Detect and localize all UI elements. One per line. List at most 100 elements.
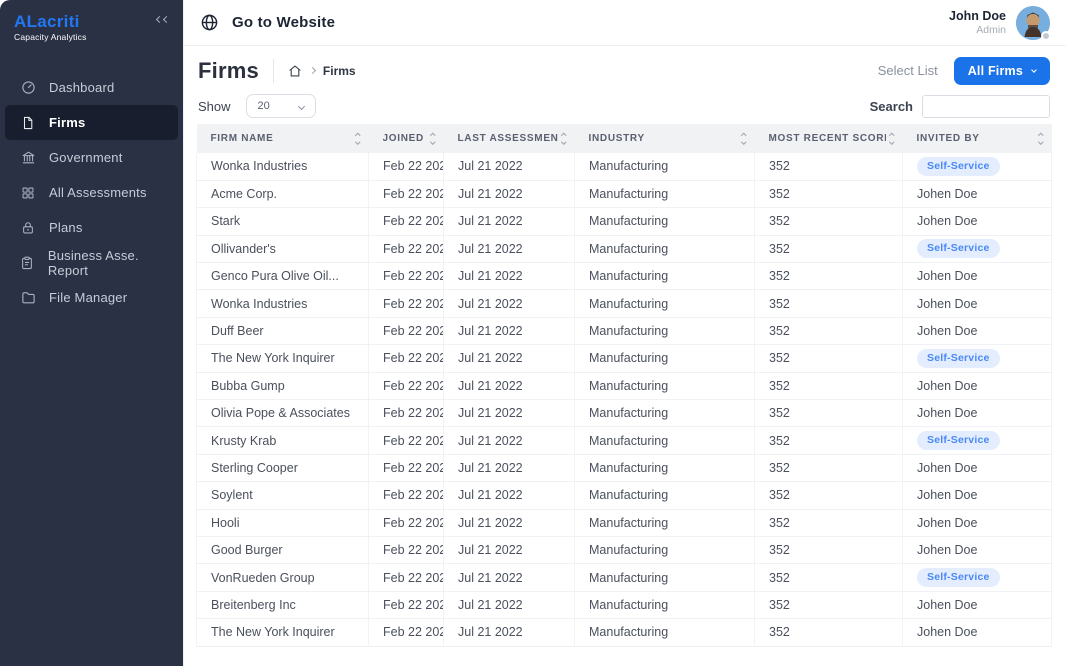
cell-score: 352 bbox=[755, 263, 903, 290]
bank-icon bbox=[20, 150, 36, 166]
table-row[interactable]: VonRueden GroupFeb 22 2021Jul 21 2022Man… bbox=[197, 564, 1052, 591]
cell-last_assessment: Jul 21 2022 bbox=[444, 619, 575, 646]
cell-last_assessment: Jul 21 2022 bbox=[444, 180, 575, 207]
cell-joined: Feb 22 2021 bbox=[369, 263, 444, 290]
user-menu[interactable]: John Doe Admin bbox=[949, 6, 1050, 40]
cell-last_assessment: Jul 21 2022 bbox=[444, 591, 575, 618]
sort-icon[interactable] bbox=[1039, 134, 1043, 144]
sidebar-item-firms[interactable]: Firms bbox=[5, 105, 178, 140]
cell-joined: Feb 22 2021 bbox=[369, 619, 444, 646]
avatar[interactable] bbox=[1016, 6, 1050, 40]
cell-firm: The New York Inquirer bbox=[197, 619, 369, 646]
column-header-most-recent-score: MOST RECENT SCORE bbox=[755, 124, 903, 153]
cell-firm: Soylent bbox=[197, 482, 369, 509]
sidebar-item-file-manager[interactable]: File Manager bbox=[0, 280, 183, 315]
cell-score: 352 bbox=[755, 290, 903, 317]
all-firms-dropdown-button[interactable]: All Firms bbox=[954, 57, 1050, 85]
table-row[interactable]: SoylentFeb 22 2021Jul 21 2022Manufacturi… bbox=[197, 482, 1052, 509]
cell-firm: Krusty Krab bbox=[197, 427, 369, 454]
table-row[interactable]: Bubba GumpFeb 22 2021Jul 21 2022Manufact… bbox=[197, 372, 1052, 399]
sort-icon[interactable] bbox=[742, 134, 746, 144]
cell-firm: Sterling Cooper bbox=[197, 454, 369, 481]
column-label: JOINED bbox=[383, 133, 424, 144]
table-row[interactable]: Acme Corp.Feb 22 2021Jul 21 2022Manufact… bbox=[197, 180, 1052, 207]
sort-icon[interactable] bbox=[356, 134, 360, 144]
table-row[interactable]: Ollivander'sFeb 22 2021Jul 21 2022Manufa… bbox=[197, 235, 1052, 262]
cell-score: 352 bbox=[755, 427, 903, 454]
go-to-website-link[interactable]: Go to Website bbox=[200, 13, 335, 32]
go-to-website-label: Go to Website bbox=[232, 14, 335, 31]
self-service-badge: Self-Service bbox=[917, 157, 1000, 176]
table-row[interactable]: Duff BeerFeb 22 2021Jul 21 2022Manufactu… bbox=[197, 317, 1052, 344]
cell-industry: Manufacturing bbox=[575, 180, 755, 207]
cell-joined: Feb 22 2021 bbox=[369, 536, 444, 563]
sidebar-item-all-assessments[interactable]: All Assessments bbox=[0, 175, 183, 210]
sidebar-item-label: Government bbox=[49, 150, 123, 165]
search-input[interactable] bbox=[922, 95, 1050, 118]
table-row[interactable]: The New York InquirerFeb 22 2021Jul 21 2… bbox=[197, 345, 1052, 372]
sidebar-item-label: All Assessments bbox=[49, 185, 147, 200]
sort-icon[interactable] bbox=[890, 134, 894, 144]
sidebar-item-government[interactable]: Government bbox=[0, 140, 183, 175]
cell-invited_by: Self-Service bbox=[903, 235, 1052, 262]
cell-score: 352 bbox=[755, 509, 903, 536]
select-list-label: Select List bbox=[878, 63, 938, 78]
cell-score: 352 bbox=[755, 180, 903, 207]
topbar: Go to Website John Doe Admin bbox=[184, 0, 1066, 46]
cell-score: 352 bbox=[755, 208, 903, 235]
sidebar-item-dashboard[interactable]: Dashboard bbox=[0, 70, 183, 105]
table-row[interactable]: The New York InquirerFeb 22 2021Jul 21 2… bbox=[197, 619, 1052, 646]
cell-score: 352 bbox=[755, 400, 903, 427]
cell-industry: Manufacturing bbox=[575, 372, 755, 399]
table-row[interactable]: Good BurgerFeb 22 2021Jul 21 2022Manufac… bbox=[197, 536, 1052, 563]
sort-icon[interactable] bbox=[431, 134, 435, 144]
cell-joined: Feb 22 2021 bbox=[369, 400, 444, 427]
cell-joined: Feb 22 2021 bbox=[369, 509, 444, 536]
sidebar-collapse-icon[interactable] bbox=[157, 17, 169, 22]
user-role: Admin bbox=[949, 24, 1006, 36]
gauge-icon bbox=[20, 80, 36, 96]
cell-firm: Olivia Pope & Associates bbox=[197, 400, 369, 427]
page-header: Firms Firms Select List All Firms bbox=[184, 46, 1066, 87]
sidebar-item-label: Firms bbox=[49, 115, 85, 130]
all-firms-label: All Firms bbox=[968, 64, 1023, 78]
table-row[interactable]: HooliFeb 22 2021Jul 21 2022Manufacturing… bbox=[197, 509, 1052, 536]
column-label: INVITED BY bbox=[917, 133, 980, 144]
table-row[interactable]: Wonka IndustriesFeb 22 2021Jul 21 2022Ma… bbox=[197, 290, 1052, 317]
lock-icon bbox=[20, 220, 36, 236]
cell-score: 352 bbox=[755, 372, 903, 399]
home-icon[interactable] bbox=[288, 64, 302, 78]
cell-invited_by: Johen Doe bbox=[903, 536, 1052, 563]
table-row[interactable]: Sterling CooperFeb 22 2021Jul 21 2022Man… bbox=[197, 454, 1052, 481]
table-row[interactable]: Krusty KrabFeb 22 2021Jul 21 2022Manufac… bbox=[197, 427, 1052, 454]
cell-invited_by: Johen Doe bbox=[903, 263, 1052, 290]
cell-industry: Manufacturing bbox=[575, 345, 755, 372]
cell-joined: Feb 22 2021 bbox=[369, 153, 444, 180]
divider bbox=[273, 59, 274, 83]
self-service-badge: Self-Service bbox=[917, 568, 1000, 587]
column-header-invited-by: INVITED BY bbox=[903, 124, 1052, 153]
sidebar-item-business-asse-report[interactable]: Business Asse. Report bbox=[0, 245, 183, 280]
main-area: Go to Website John Doe Admin Firms bbox=[183, 0, 1066, 666]
page-size-select[interactable]: 20 bbox=[246, 94, 316, 118]
chevron-right-icon bbox=[309, 67, 316, 74]
cell-joined: Feb 22 2021 bbox=[369, 564, 444, 591]
table-row[interactable]: Wonka IndustriesFeb 22 2021Jul 21 2022Ma… bbox=[197, 153, 1052, 180]
cell-invited_by: Self-Service bbox=[903, 153, 1052, 180]
cell-firm: Duff Beer bbox=[197, 317, 369, 344]
table-row[interactable]: Genco Pura Olive Oil...Feb 22 2021Jul 21… bbox=[197, 263, 1052, 290]
cell-joined: Feb 22 2021 bbox=[369, 180, 444, 207]
table-row[interactable]: StarkFeb 22 2021Jul 21 2022Manufacturing… bbox=[197, 208, 1052, 235]
table-row[interactable]: Olivia Pope & AssociatesFeb 22 2021Jul 2… bbox=[197, 400, 1052, 427]
cell-firm: VonRueden Group bbox=[197, 564, 369, 591]
column-header-last-assessment: LAST ASSESSMENT bbox=[444, 124, 575, 153]
sidebar-item-plans[interactable]: Plans bbox=[0, 210, 183, 245]
cell-score: 352 bbox=[755, 591, 903, 618]
sidebar-item-label: File Manager bbox=[49, 290, 127, 305]
table-row[interactable]: Breitenberg IncFeb 22 2021Jul 21 2022Man… bbox=[197, 591, 1052, 618]
firms-table: FIRM NAMEJOINEDLAST ASSESSMENTINDUSTRYMO… bbox=[196, 124, 1052, 647]
sort-icon[interactable] bbox=[562, 134, 566, 144]
cell-last_assessment: Jul 21 2022 bbox=[444, 427, 575, 454]
table-header-row: FIRM NAMEJOINEDLAST ASSESSMENTINDUSTRYMO… bbox=[197, 124, 1052, 153]
cell-score: 352 bbox=[755, 317, 903, 344]
